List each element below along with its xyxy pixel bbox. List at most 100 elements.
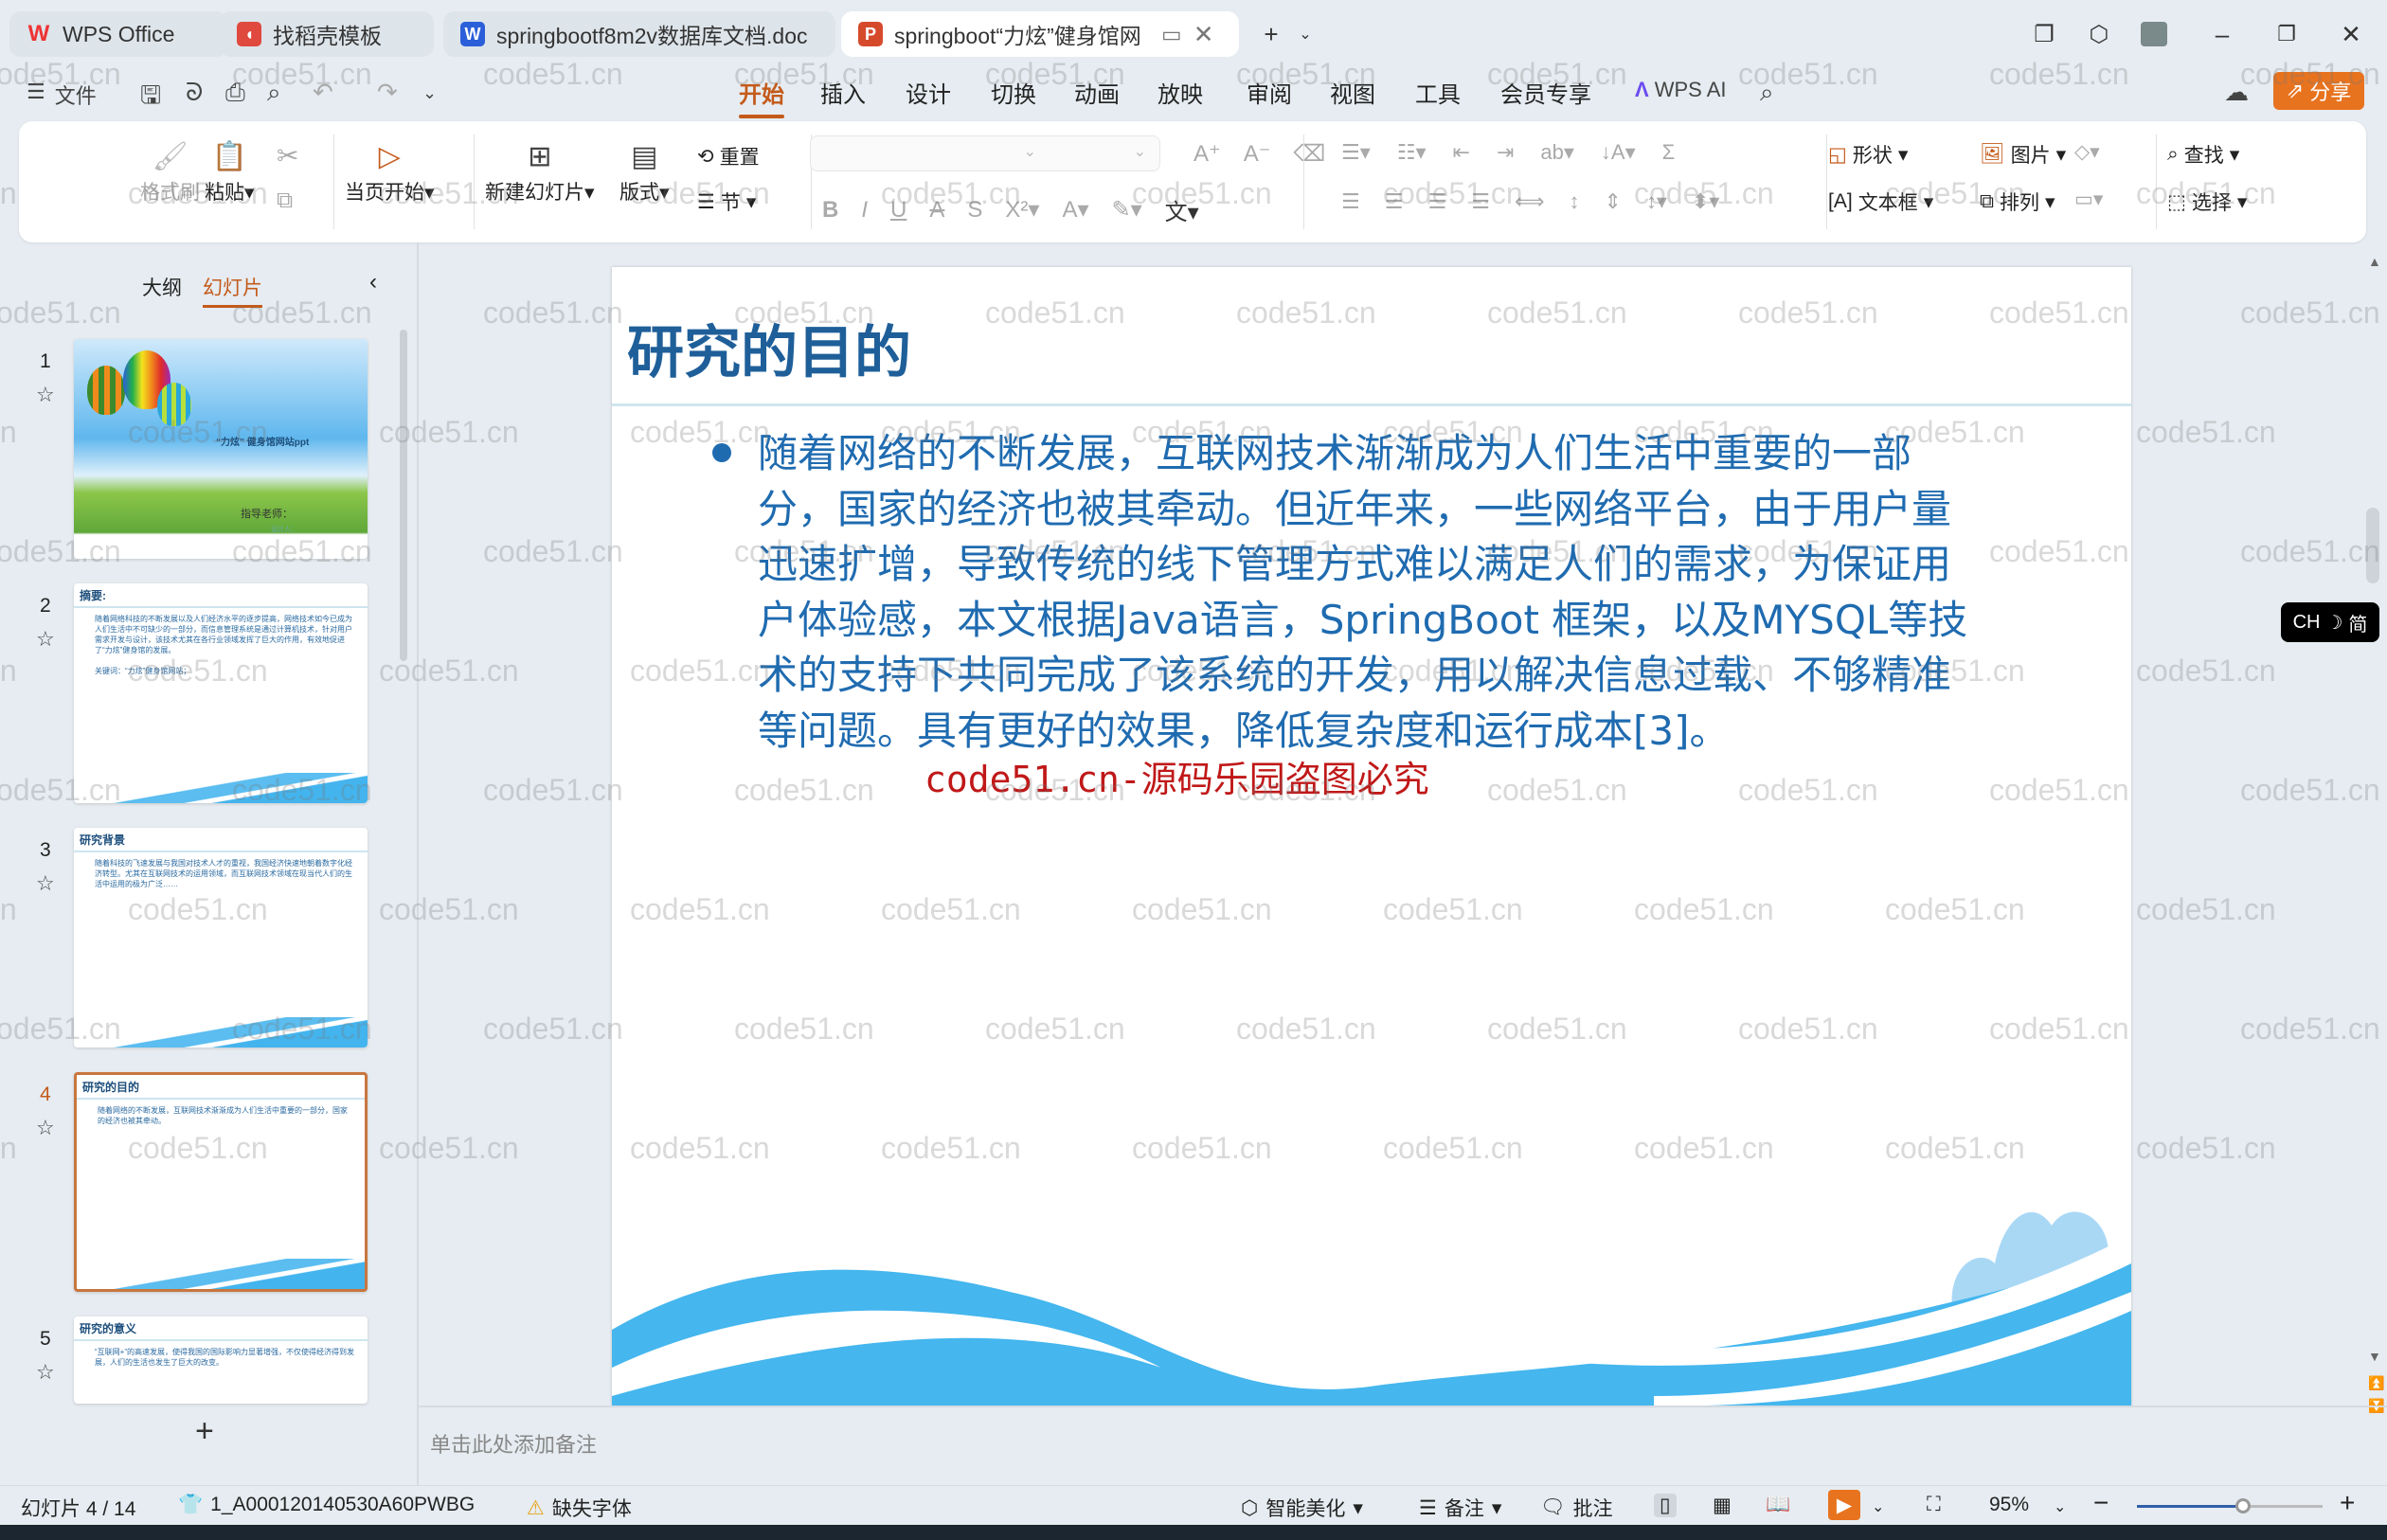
previous-slide-icon[interactable]: ⏫	[2368, 1375, 2384, 1391]
star-animation-icon[interactable]: ☆	[36, 627, 55, 652]
slide-thumbnail[interactable]: 研究的意义 “互联网+”的高速发展，使得我国的国际影响力显著增强，不仅使得经济得到…	[74, 1316, 368, 1404]
decrease-indent-icon[interactable]: ⇤	[1453, 140, 1470, 165]
play-from-current-button[interactable]: ▷ 当页开始▾	[345, 140, 435, 206]
select-button[interactable]: ⬚ 选择 ▾	[2167, 188, 2247, 216]
missing-font-button[interactable]: ⚠ 缺失字体	[527, 1494, 632, 1522]
superscript-icon[interactable]: X²▾	[1005, 196, 1039, 224]
font-name-select[interactable]: ⌄ ⌄	[810, 135, 1160, 171]
slide-body-text[interactable]: 随着网络的不断发展，互联网技术渐渐成为人们生活中重要的一部分，国家的经济也被其牵…	[758, 426, 1989, 760]
add-slide-icon[interactable]: +	[195, 1413, 214, 1450]
arrange-button[interactable]: ⧉ 排列 ▾	[1980, 188, 2055, 216]
fit-window-icon[interactable]: ⛶	[1927, 1494, 1941, 1516]
layout-button[interactable]: ▤ 版式▾	[619, 140, 670, 206]
para-spacing-icon[interactable]: ⇕	[1604, 189, 1621, 214]
menu-tab[interactable]: 会员专享	[1500, 76, 1591, 109]
reading-view-icon[interactable]: 📖	[1766, 1494, 1790, 1516]
increase-font-icon[interactable]: A⁺	[1194, 140, 1221, 168]
print-preview-icon[interactable]: ⌕	[267, 78, 281, 108]
italic-icon[interactable]: I	[861, 197, 868, 224]
phonetic-icon[interactable]: 文▾	[1165, 193, 1199, 226]
comment-button[interactable]: 🗨 批注	[1540, 1494, 1613, 1522]
reset-button[interactable]: ⟲ 重置	[697, 142, 760, 170]
star-animation-icon[interactable]: ☆	[36, 1116, 55, 1140]
save-icon[interactable]: 🖫	[140, 78, 161, 119]
ime-indicator[interactable]: CH ☽ 简	[2281, 602, 2379, 642]
tab-outline[interactable]: 大纲	[142, 273, 182, 301]
menu-tab[interactable]: 动画	[1074, 76, 1120, 109]
textbox-button[interactable]: [A] 文本框 ▾	[1828, 188, 1933, 216]
more-chevron-icon[interactable]: ⌄	[422, 83, 437, 103]
star-animation-icon[interactable]: ☆	[36, 871, 55, 896]
scroll-down-icon[interactable]: ▼	[2368, 1349, 2381, 1364]
format-painter-button[interactable]: 🖌 格式刷	[140, 140, 200, 206]
slide-sorter-icon[interactable]: ▦	[1713, 1494, 1732, 1517]
menu-tab[interactable]: 工具	[1415, 76, 1461, 109]
link-icon[interactable]: ᘐ	[186, 78, 203, 108]
close-window-icon[interactable]: ✕	[2332, 17, 2370, 51]
menu-tab[interactable]: 放映	[1158, 76, 1203, 109]
vertical-align-icon[interactable]: ⬍▾	[1692, 189, 1719, 214]
convert-smartart-icon[interactable]: Σ	[1662, 140, 1676, 165]
tab-slides[interactable]: 幻灯片	[203, 273, 262, 308]
menu-tab[interactable]: 视图	[1330, 76, 1375, 109]
align-center-icon[interactable]: ☰	[1385, 189, 1404, 214]
star-animation-icon[interactable]: ☆	[36, 383, 55, 407]
slide-thumbnail[interactable]: “力炫” 健身馆网站ppt 指导老师： 设计人：	[74, 339, 368, 559]
spacing-dropdown-icon[interactable]: ↕▾	[1646, 189, 1667, 214]
paste-button[interactable]: 📋 粘贴▾	[205, 140, 255, 206]
zoom-slider-handle[interactable]	[2234, 1498, 2251, 1513]
shadow-icon[interactable]: S	[967, 197, 982, 224]
distribute-icon[interactable]: ⟺	[1515, 189, 1545, 214]
line-spacing-icon[interactable]: ↕	[1569, 189, 1579, 214]
scroll-up-icon[interactable]: ▲	[2368, 254, 2381, 269]
find-button[interactable]: ⌕ 查找 ▾	[2167, 140, 2239, 169]
cut-icon[interactable]: ✂	[277, 140, 298, 171]
strikethrough-icon[interactable]: A	[929, 197, 944, 224]
canvas-scrollbar-thumb[interactable]	[2366, 508, 2379, 583]
new-tab-icon[interactable]: +	[1252, 17, 1290, 51]
justify-icon[interactable]: ☰	[1471, 189, 1490, 214]
smart-beautify-button[interactable]: ⬡ 智能美化 ▾	[1241, 1494, 1363, 1522]
tab-ppt-file[interactable]: P springboot“力炫”健身馆网 ▭ ✕	[841, 11, 1239, 57]
print-icon[interactable]: ⎙	[225, 78, 245, 108]
fill-icon[interactable]: ◇▾	[2074, 140, 2100, 164]
slideshow-play-button[interactable]: ▶	[1828, 1490, 1860, 1520]
theme-button[interactable]: 👕 1_A000120140530A60PWBG	[178, 1494, 475, 1516]
outline-icon[interactable]: ▭▾	[2074, 188, 2103, 211]
picture-button[interactable]: 🖼 图片 ▾	[1980, 140, 2066, 169]
increase-indent-icon[interactable]: ⇥	[1497, 140, 1514, 165]
slide-canvas[interactable]: 研究的目的 随着网络的不断发展，互联网技术渐渐成为人们生活中重要的一部分，国家的…	[612, 267, 2131, 1406]
menu-tab[interactable]: 切换	[991, 76, 1036, 109]
maximize-icon[interactable]: ❐	[2268, 17, 2306, 51]
font-color-icon[interactable]: A▾	[1062, 196, 1088, 224]
wps-ai-button[interactable]: Λ WPS AI	[1635, 78, 1726, 102]
slide-thumbnail[interactable]: 摘要: 随着网络科技的不断发展以及人们经济水平的逐步提高，网络技术如今已成为人们生…	[74, 583, 368, 803]
menu-tab[interactable]: 设计	[906, 76, 951, 109]
highlight-icon[interactable]: ✎▾	[1112, 196, 1142, 224]
minimize-icon[interactable]: –	[2203, 17, 2241, 51]
tab-docer[interactable]: ◖ 找稻壳模板	[220, 11, 434, 57]
close-tab-icon[interactable]: ✕	[1194, 20, 1214, 49]
decrease-font-icon[interactable]: A⁻	[1244, 140, 1271, 168]
collapse-panel-icon[interactable]: ‹	[369, 269, 377, 295]
notes-button[interactable]: ☰ 备注 ▾	[1419, 1494, 1501, 1522]
normal-view-icon[interactable]: ▯	[1654, 1494, 1677, 1517]
underline-icon[interactable]: U	[890, 197, 906, 224]
copy-icon[interactable]: ⧉	[277, 188, 293, 214]
shape-button[interactable]: ◱ 形状 ▾	[1828, 140, 1908, 169]
tab-doc-file[interactable]: W springbootf8m2v数据库文档.doc	[443, 11, 835, 57]
text-align-icon[interactable]: ↓A▾	[1601, 140, 1636, 165]
bullet-list-icon[interactable]: ☰▾	[1341, 140, 1371, 165]
cube-icon[interactable]: ⬡	[2080, 17, 2118, 51]
align-left-icon[interactable]: ☰	[1341, 189, 1360, 214]
zoom-level[interactable]: 95%	[1989, 1494, 2029, 1516]
zoom-dropdown-icon[interactable]: ⌄	[2054, 1497, 2066, 1516]
zoom-out-icon[interactable]: −	[2093, 1488, 2109, 1518]
font-size-chevron-icon[interactable]: ⌄	[1134, 142, 1146, 161]
share-button[interactable]: ⇗ 分享	[2273, 72, 2364, 110]
slideshow-dropdown-icon[interactable]: ⌄	[1872, 1497, 1884, 1516]
file-menu[interactable]: ☰ 文件	[27, 80, 97, 110]
menu-tab[interactable]: 插入	[820, 76, 866, 109]
section-button[interactable]: ☰ 节 ▾	[697, 188, 756, 216]
chevron-down-icon[interactable]: ⌄	[1286, 17, 1324, 51]
